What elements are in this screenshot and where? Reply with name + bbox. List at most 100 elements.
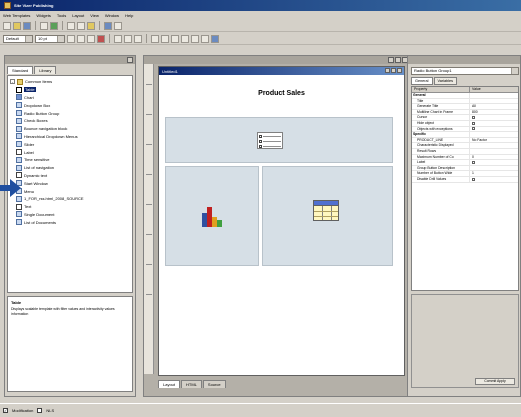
property-value[interactable] [470, 121, 518, 126]
tree-item[interactable]: List of Documents [10, 218, 130, 226]
object-selector-dropdown[interactable]: Radio Button Group1 [411, 67, 519, 75]
tree-item[interactable]: Bounce navigation block [10, 125, 130, 133]
snap-icon[interactable] [161, 34, 169, 43]
tree-item-label: Common Items [25, 79, 53, 85]
radio-group-widget-placeholder[interactable] [165, 117, 393, 163]
maximize-icon[interactable] [391, 68, 396, 73]
paste-icon[interactable] [87, 21, 95, 30]
nls-checkbox[interactable] [37, 408, 43, 413]
copy-icon[interactable] [77, 21, 85, 30]
property-value[interactable]: 800 [470, 110, 518, 115]
tree-item[interactable]: Label [10, 148, 130, 156]
font-size-dropdown[interactable]: 10 pt [35, 34, 65, 43]
property-value[interactable]: 1 [470, 171, 518, 176]
close-icon[interactable] [397, 68, 402, 73]
property-value[interactable] [470, 149, 518, 154]
color-icon[interactable] [97, 34, 105, 43]
commit-apply-button[interactable]: Commit Apply [475, 378, 515, 385]
save-icon[interactable] [23, 21, 31, 30]
tab-library[interactable]: Library [34, 66, 57, 74]
tab-html[interactable]: HTML [181, 380, 202, 388]
tree-item[interactable]: Table [10, 86, 130, 94]
tree-item[interactable]: Dropdown Box [10, 101, 130, 109]
tree-item[interactable]: Start Window [10, 179, 130, 187]
italic-icon[interactable] [77, 34, 85, 43]
tree-item[interactable]: Text [10, 203, 130, 211]
tab-layout[interactable]: Layout [158, 380, 181, 388]
tree-item[interactable]: - Common Items [10, 78, 130, 86]
tab-variables[interactable]: Variables [433, 77, 458, 85]
property-value[interactable] [470, 143, 518, 148]
menu-item-view[interactable]: View [90, 13, 99, 18]
chart-widget-placeholder[interactable] [165, 166, 259, 266]
modification-checkbox[interactable]: ✓ [3, 408, 8, 413]
minimize-icon[interactable] [388, 57, 394, 63]
undo-icon[interactable] [104, 21, 112, 30]
tree-item[interactable]: Chart [10, 94, 130, 102]
tree-item[interactable]: Single Document [10, 211, 130, 219]
print-icon[interactable] [40, 21, 48, 30]
property-checkbox[interactable] [472, 127, 475, 131]
property-value[interactable] [470, 93, 518, 98]
tab-source[interactable]: Source [202, 380, 226, 388]
tab-standard[interactable]: Standard [7, 66, 34, 74]
close-icon[interactable] [127, 57, 133, 63]
tab-general[interactable]: General [411, 77, 433, 85]
property-value[interactable] [470, 99, 518, 104]
refresh-icon[interactable] [191, 34, 199, 43]
align-center-icon[interactable] [124, 34, 132, 43]
chart-tool-icon[interactable] [211, 34, 219, 43]
tree-item-label: Bounce navigation block [24, 126, 68, 132]
align-right-icon[interactable] [134, 34, 142, 43]
tree-item[interactable]: Menu [10, 187, 130, 195]
help-icon[interactable] [114, 21, 122, 30]
menu-item-tools[interactable]: Tools [57, 13, 66, 18]
property-value[interactable] [470, 160, 518, 165]
table-widget-placeholder[interactable] [262, 166, 393, 266]
tree-item-label: Dropdown Box [24, 102, 51, 108]
property-checkbox[interactable] [472, 115, 475, 119]
property-value[interactable] [470, 115, 518, 120]
collapse-icon[interactable]: - [10, 79, 15, 85]
zoom-in-icon[interactable] [171, 34, 179, 43]
property-value[interactable] [470, 177, 518, 182]
tree-item-label: Table [24, 87, 36, 93]
property-row[interactable]: Disable Drill Values [412, 176, 518, 183]
property-value[interactable]: No Factor [470, 138, 518, 143]
property-value[interactable]: 0 [470, 155, 518, 160]
preview-icon[interactable] [50, 21, 58, 30]
font-dropdown[interactable]: Default [3, 34, 33, 43]
menu-item-layout[interactable]: Layout [72, 13, 84, 18]
property-checkbox[interactable] [472, 177, 475, 181]
property-value[interactable] [470, 166, 518, 171]
settings-icon[interactable] [201, 34, 209, 43]
menu-item-widgets[interactable]: Widgets [36, 13, 50, 18]
tree-item[interactable]: Check Boxes [10, 117, 130, 125]
property-value[interactable]: All [470, 104, 518, 109]
align-left-icon[interactable] [114, 34, 122, 43]
property-value[interactable] [470, 127, 518, 132]
maximize-icon[interactable] [395, 57, 401, 63]
bold-icon[interactable] [67, 34, 75, 43]
menu-item-window[interactable]: Window [105, 13, 119, 18]
grid-icon[interactable] [151, 34, 159, 43]
property-checkbox[interactable] [472, 160, 475, 164]
tree-item[interactable]: List of navigation [10, 164, 130, 172]
property-value[interactable] [470, 132, 518, 137]
tree-item[interactable]: Dynamic text [10, 172, 130, 180]
tree-item[interactable]: Time sensitive [10, 156, 130, 164]
property-checkbox[interactable] [472, 121, 475, 125]
tree-item[interactable]: 1_FOR_rss.html_2008_SOURCE [10, 195, 130, 203]
menu-item-web-templates[interactable]: Web Templates [3, 13, 30, 18]
open-icon[interactable] [13, 21, 21, 30]
tree-item[interactable]: Slider [10, 140, 130, 148]
new-icon[interactable] [3, 21, 11, 30]
underline-icon[interactable] [87, 34, 95, 43]
minimize-icon[interactable] [385, 68, 390, 73]
tree-item[interactable]: Radio Button Group [10, 109, 130, 117]
zoom-out-icon[interactable] [181, 34, 189, 43]
menu-item-help[interactable]: Help [125, 13, 133, 18]
cut-icon[interactable] [67, 21, 75, 30]
tree-item-label: Menu [24, 188, 35, 194]
tree-item[interactable]: Hierarchical Dropdown Menus [10, 133, 130, 141]
